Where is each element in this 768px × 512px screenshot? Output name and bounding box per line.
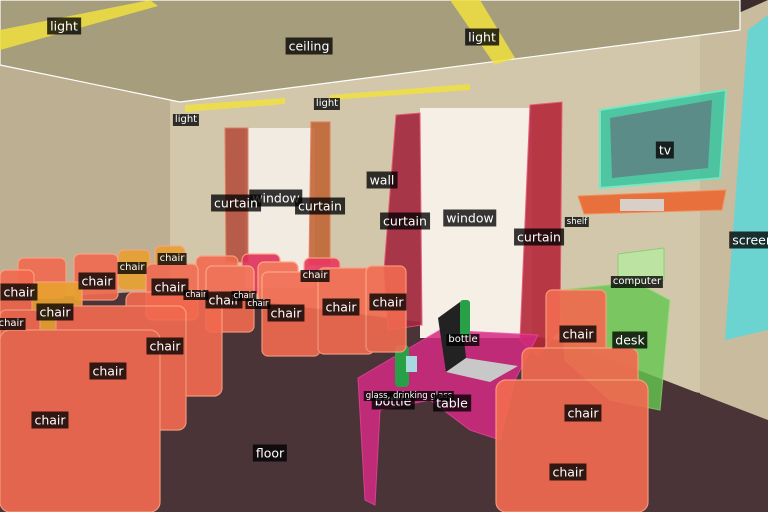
scene-drawing — [0, 0, 768, 512]
label-curtain: curtain — [380, 212, 430, 230]
label-light: light — [172, 114, 200, 126]
label-chair: chair — [117, 262, 147, 274]
label-window: window — [443, 209, 497, 227]
label-curtain: curtain — [295, 197, 345, 215]
label-chair: chair — [0, 283, 38, 301]
label-chair: chair — [559, 325, 597, 343]
glass-mask — [406, 356, 417, 372]
label-chair: chair — [564, 404, 602, 422]
label-screen: screen — [729, 231, 768, 249]
label-chair: chair — [78, 272, 116, 290]
label-chair: chair — [36, 303, 74, 321]
label-chair: chair — [31, 411, 69, 429]
label-desk: desk — [612, 331, 648, 349]
label-light: light — [47, 17, 81, 35]
bottle-mask — [460, 300, 470, 336]
curtain-mask — [308, 121, 331, 266]
label-ceiling: ceiling — [285, 37, 333, 55]
label-chair: chair — [0, 318, 26, 330]
label-light: light — [313, 98, 341, 110]
label-chair: chair — [89, 362, 127, 380]
label-curtain: curtain — [514, 228, 564, 246]
label-chair: chair — [369, 293, 407, 311]
segmentation-image: light light light light ceiling wall tv … — [0, 0, 768, 512]
label-chair: chair — [322, 298, 360, 316]
label-shelf: shelf — [564, 217, 590, 227]
label-floor: floor — [252, 444, 288, 462]
label-wall: wall — [366, 171, 398, 189]
label-bottle: bottle — [446, 334, 480, 346]
label-table: table — [433, 394, 471, 412]
label-chair: chair — [549, 463, 587, 481]
label-chair: chair — [157, 253, 187, 265]
label-light: light — [465, 28, 499, 46]
label-chair: chair — [300, 270, 330, 282]
label-curtain: curtain — [211, 194, 261, 212]
shelf-device — [620, 199, 664, 211]
label-computer: computer — [610, 276, 664, 288]
label-tv: tv — [655, 141, 675, 159]
label-chair: chair — [267, 304, 305, 322]
label-chair: chair — [146, 337, 184, 355]
